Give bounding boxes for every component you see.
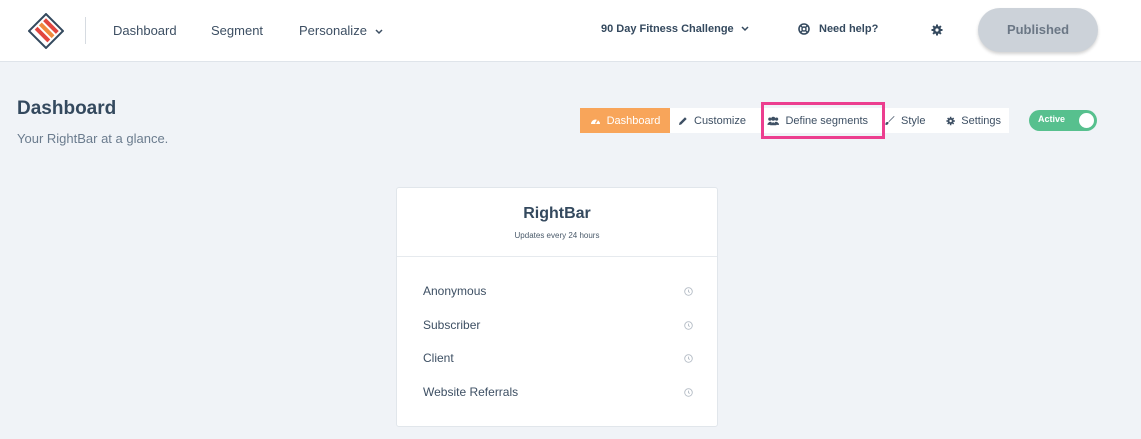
segment-name: Anonymous [423, 284, 487, 298]
nav-link-personalize[interactable]: Personalize [299, 22, 383, 40]
page-subtitle: Your RightBar at a glance. [17, 131, 169, 146]
segment-row[interactable]: Client [423, 348, 693, 368]
tab-label: Style [901, 114, 926, 127]
dashboard-gauge-icon [590, 119, 600, 124]
rightbar-card: RightBar Updates every 24 hours Anonymou… [396, 187, 718, 427]
help-link[interactable]: Need help? [798, 23, 878, 35]
active-toggle[interactable]: Active [1029, 110, 1097, 131]
brush-icon [885, 116, 895, 125]
page-title: Dashboard [17, 98, 117, 119]
chevron-down-icon [375, 29, 383, 35]
segment-row[interactable]: Subscriber [423, 315, 693, 335]
tab-label: Dashboard [606, 114, 661, 127]
nav-link-dashboard[interactable]: Dashboard [113, 22, 177, 40]
tab-dashboard[interactable]: Dashboard [580, 108, 670, 133]
nav-link-label: Dashboard [113, 23, 177, 38]
tab-customize[interactable]: Customize [670, 108, 759, 133]
info-icon[interactable] [684, 286, 693, 296]
segment-row[interactable]: Website Referrals [423, 382, 693, 402]
nav-divider [85, 17, 86, 44]
help-label: Need help? [819, 23, 879, 35]
top-navigation-bar: Dashboard Segment Personalize 90 Day Fit… [0, 0, 1141, 62]
gear-icon[interactable] [931, 24, 943, 36]
card-divider [397, 256, 717, 257]
logo-icon[interactable] [28, 13, 64, 49]
segment-row[interactable]: Anonymous [423, 281, 693, 301]
tab-label: Customize [694, 114, 746, 127]
tab-style[interactable]: Style [876, 108, 938, 133]
tab-label: Settings [961, 114, 1001, 127]
toggle-label: Active [1038, 114, 1066, 124]
tab-settings[interactable]: Settings [938, 108, 1009, 133]
nav-link-label: Personalize [299, 23, 367, 38]
campaign-name: 90 Day Fitness Challenge [601, 23, 734, 35]
gear-icon [946, 116, 955, 125]
segment-name: Subscriber [423, 318, 481, 332]
nav-link-label: Segment [211, 23, 264, 38]
pencil-icon [679, 116, 687, 125]
segment-name: Website Referrals [423, 385, 519, 399]
chevron-down-icon [741, 26, 749, 32]
nav-link-segment[interactable]: Segment [211, 22, 263, 40]
segment-name: Client [423, 351, 454, 365]
card-subtitle: Updates every 24 hours [514, 231, 600, 240]
define-segments-highlight [761, 102, 885, 139]
card-title: RightBar [523, 205, 591, 222]
info-icon[interactable] [684, 353, 693, 363]
campaign-selector[interactable]: 90 Day Fitness Challenge [601, 23, 749, 35]
info-icon[interactable] [684, 387, 693, 397]
lifebuoy-icon [798, 23, 810, 35]
toggle-knob [1079, 113, 1094, 128]
published-button[interactable]: Published [978, 8, 1098, 52]
info-icon[interactable] [684, 320, 693, 330]
